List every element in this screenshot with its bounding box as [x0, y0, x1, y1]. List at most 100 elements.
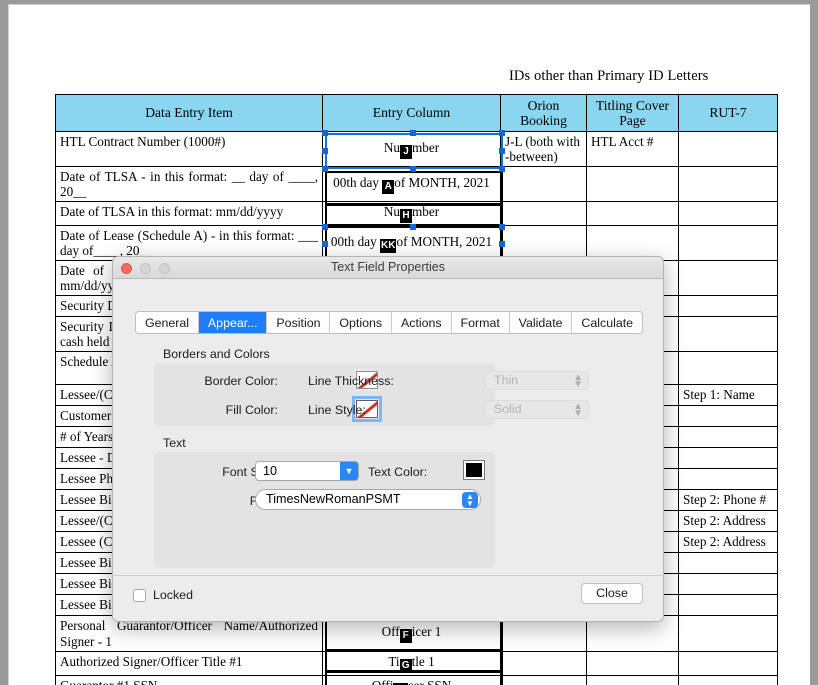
- row-rut-7: [678, 674, 778, 685]
- border-color-label: Border Color:: [204, 374, 278, 388]
- row-rut-7: [678, 426, 778, 449]
- field-handle-lease-ne[interactable]: [499, 224, 505, 230]
- column-header-data-entry-item: Data Entry Item: [55, 94, 323, 132]
- row-titling-cover-page: [586, 674, 679, 685]
- up-down-chevron-icon[interactable]: ▲ ▼: [462, 492, 478, 508]
- fill-color-label: Fill Color:: [225, 403, 278, 417]
- table-row: Authorized Signer/Officer Title #1 Ti Gtle…: [55, 650, 778, 676]
- form-field-marker: J: [400, 144, 412, 159]
- tab-general[interactable]: General: [136, 312, 199, 333]
- close-button[interactable]: Close: [581, 583, 643, 604]
- row-titling-cover-page: HTL Acct #: [586, 130, 679, 168]
- pdf-page: IDs other than Primary ID Letters Data E…: [8, 4, 810, 685]
- form-field-marker: G: [399, 658, 412, 673]
- field-handle-lease-e[interactable]: [499, 241, 505, 247]
- row-rut-7: [678, 130, 778, 168]
- resize-handle-se[interactable]: [499, 166, 505, 172]
- row-rut-7: [678, 316, 778, 353]
- row-rut-7: [678, 650, 778, 676]
- stepper-icon: ▲ ▼: [573, 372, 583, 390]
- dialog-body: General Appear... Position Options Actions Fo…: [113, 279, 663, 621]
- tab-format[interactable]: Format: [451, 312, 510, 333]
- row-label: Date of TLSA in this format: mm/dd/yyyy: [55, 201, 323, 227]
- font-size-value: 10: [263, 464, 278, 478]
- stepper-icon-2: ▲ ▼: [573, 401, 583, 419]
- form-field-marker: A: [382, 179, 395, 194]
- locked-checkbox-row[interactable]: Locked: [133, 588, 193, 602]
- row-rut-7: [678, 447, 778, 470]
- form-field-marker: KK: [380, 238, 397, 253]
- row-entry-value[interactable]: OffiZZcer SSN: [322, 674, 501, 685]
- row-label: Guarantor #1 SSN: [55, 674, 323, 685]
- window-right-edge: [812, 0, 818, 685]
- resize-handle-n[interactable]: [410, 130, 416, 136]
- field-handle-lease-nw[interactable]: [322, 224, 328, 230]
- dialog-tabbar[interactable]: General Appear... Position Options Actions Fo…: [135, 311, 643, 334]
- row-titling-cover-page: [586, 201, 679, 227]
- row-rut-7: Step 2: Phone #: [678, 489, 778, 512]
- tab-position[interactable]: Position: [267, 312, 331, 333]
- resize-handle-ne[interactable]: [499, 130, 505, 136]
- tab-actions[interactable]: Actions: [392, 312, 452, 333]
- font-size-select[interactable]: 10 ▼: [255, 461, 359, 481]
- line-style-select: Solid ▲ ▼: [485, 400, 589, 419]
- row-rut-7: [678, 201, 778, 227]
- row-rut-7: Step 1: Name: [678, 384, 778, 407]
- dialog-footer-divider: [113, 575, 663, 576]
- font-value: TimesNewRomanPSMT: [266, 492, 401, 506]
- line-style-label: Line Style:: [308, 403, 366, 417]
- locked-checkbox[interactable]: [133, 588, 146, 602]
- tab-appear[interactable]: Appear...: [198, 312, 268, 333]
- resize-handle-e[interactable]: [499, 148, 505, 154]
- table-row: Guarantor #1 SSNOffiZZcer SSN: [55, 674, 778, 685]
- line-style-value: Solid: [494, 402, 522, 416]
- font-select[interactable]: TimesNewRomanPSMT ▲ ▼: [255, 489, 481, 510]
- row-rut-7: [678, 351, 778, 386]
- resize-handle-s[interactable]: [410, 166, 416, 172]
- line-thickness-select: Thin ▲ ▼: [485, 371, 589, 390]
- row-rut-7: [678, 594, 778, 617]
- row-rut-7: [678, 552, 778, 575]
- row-rut-7: [678, 225, 778, 262]
- line-thickness-value: Thin: [494, 373, 519, 387]
- form-field-marker: F: [399, 629, 412, 644]
- dialog-titlebar[interactable]: Text Field Properties: [113, 257, 663, 279]
- row-orion-booking: [500, 166, 587, 203]
- column-header-entry-column: Entry Column: [322, 94, 501, 132]
- row-orion-booking: [500, 201, 587, 227]
- dialog-title: Text Field Properties: [331, 260, 445, 274]
- row-label: Authorized Signer/Officer Title #1: [55, 650, 323, 676]
- row-entry-value[interactable]: Nu Hmber: [322, 201, 501, 227]
- field-handle-lease-w[interactable]: [322, 241, 328, 247]
- field-handle-lease-n[interactable]: [410, 224, 416, 230]
- text-field-properties-dialog[interactable]: Text Field Properties General Appear... Po…: [112, 256, 664, 622]
- line-thickness-label: Line Thickness:: [308, 374, 394, 388]
- column-header-titling-cover-page: Titling Cover Page: [586, 94, 679, 132]
- text-section-title: Text: [163, 436, 186, 450]
- row-label: Date of TLSA - in this format: __ day of…: [55, 166, 323, 203]
- column-header-rut-7: RUT-7: [678, 94, 778, 132]
- row-entry-value[interactable]: Ti Gtle 1: [322, 650, 501, 676]
- row-rut-7: [678, 405, 778, 428]
- row-rut-7: [678, 468, 778, 491]
- text-color-label: Text Color:: [368, 465, 428, 479]
- text-color-swatch[interactable]: [464, 461, 484, 479]
- chevron-down-icon[interactable]: ▼: [340, 462, 358, 480]
- tab-options[interactable]: Options: [330, 312, 393, 333]
- row-label: HTL Contract Number (1000#): [55, 130, 323, 168]
- row-titling-cover-page: [586, 650, 679, 676]
- resize-handle-sw[interactable]: [322, 166, 328, 172]
- row-orion-booking: [500, 674, 587, 685]
- tab-validate[interactable]: Validate: [509, 312, 573, 333]
- resize-handle-w[interactable]: [322, 148, 328, 154]
- resize-handle-nw[interactable]: [322, 130, 328, 136]
- row-entry-value[interactable]: Nu Jmber: [322, 130, 501, 168]
- row-orion-booking: J-L (both with -between): [500, 130, 587, 168]
- row-rut-7: [678, 260, 778, 297]
- row-rut-7: Step 2: Address: [678, 510, 778, 533]
- table-row: Date of TLSA - in this format: __ day of…: [55, 166, 778, 203]
- locked-label: Locked: [153, 588, 193, 602]
- tab-calculate[interactable]: Calculate: [572, 312, 642, 333]
- row-orion-booking: [500, 650, 587, 676]
- page-caption: IDs other than Primary ID Letters: [509, 68, 709, 84]
